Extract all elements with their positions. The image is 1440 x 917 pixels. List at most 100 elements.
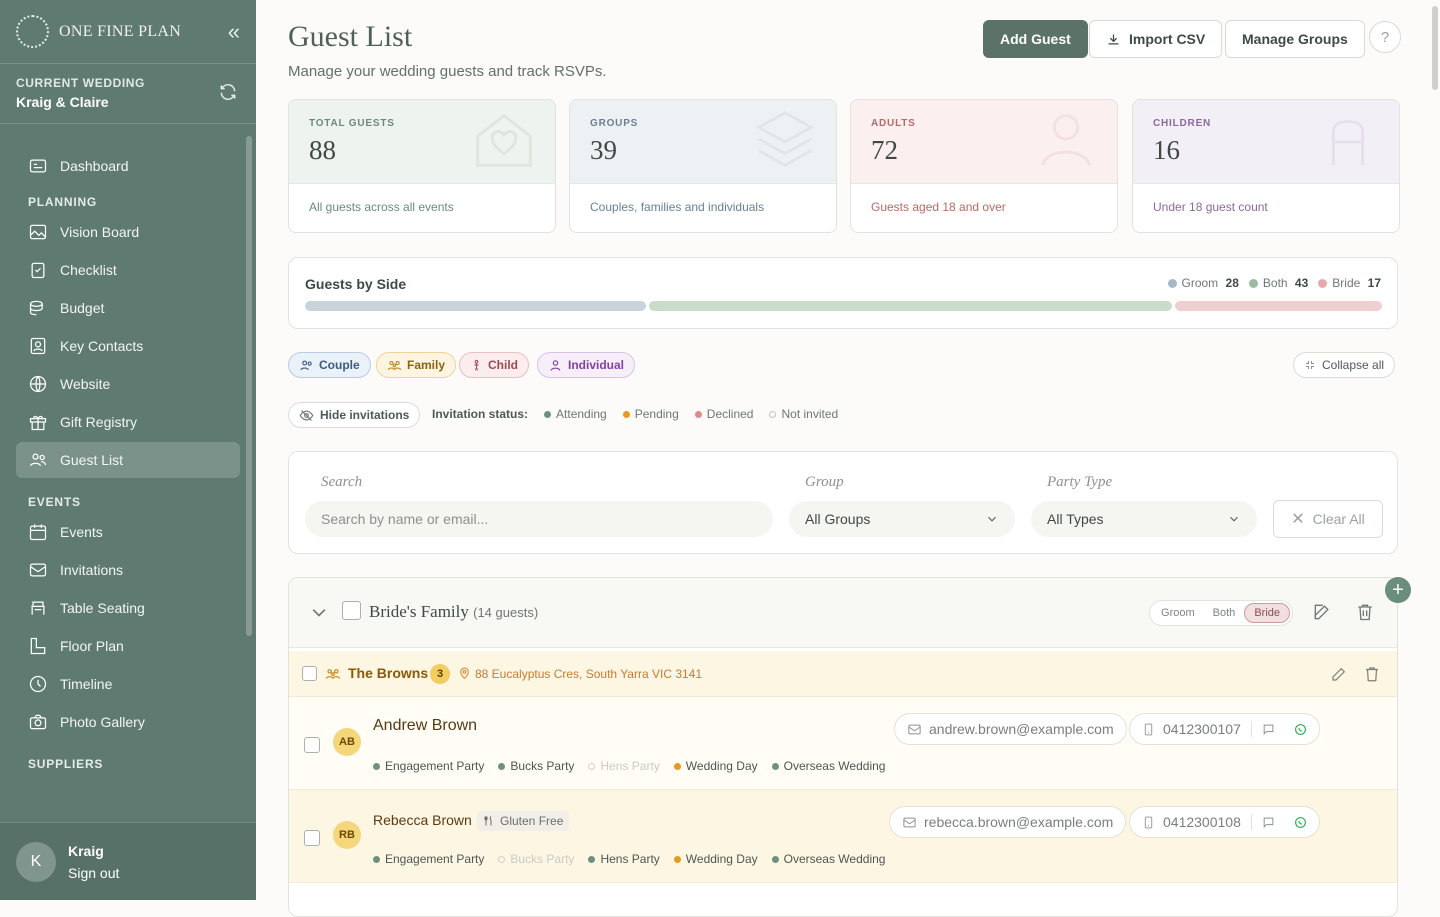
page-scrollbar[interactable] xyxy=(1432,6,1438,90)
whatsapp-icon[interactable] xyxy=(1294,816,1307,829)
sidebar-item-label: Floor Plan xyxy=(60,638,124,654)
side-distribution-bar xyxy=(305,301,1382,311)
image-icon xyxy=(29,224,47,240)
sidebar-item-gift-registry[interactable]: Gift Registry xyxy=(16,404,240,440)
edit-icon[interactable] xyxy=(1330,665,1348,683)
sidebar: ONE FINE PLAN « CURRENT WEDDING Kraig & … xyxy=(0,0,256,900)
sidebar-item-dashboard[interactable]: Dashboard xyxy=(16,148,240,184)
page-subtitle: Manage your wedding guests and track RSV… xyxy=(288,63,607,80)
refresh-icon[interactable] xyxy=(218,82,238,102)
message-icon[interactable] xyxy=(1262,816,1275,829)
party-name: The Browns xyxy=(348,665,429,681)
sidebar-item-checklist[interactable]: Checklist xyxy=(16,252,240,288)
type-chip-child[interactable]: Child xyxy=(459,352,529,378)
group-select-value: All Groups xyxy=(805,511,871,527)
clipboard-icon xyxy=(31,262,45,279)
collapse-all-button[interactable]: Collapse all xyxy=(1293,352,1396,378)
collapse-sidebar-icon[interactable]: « xyxy=(228,20,240,43)
sidebar-item-table-seating[interactable]: Table Seating xyxy=(16,590,240,626)
stat-card-adults: ADULTS 72 Guests aged 18 and over xyxy=(850,99,1118,233)
phone-icon xyxy=(1144,816,1153,828)
side-option-bride[interactable]: Bride xyxy=(1244,603,1290,623)
sidebar-item-label: Photo Gallery xyxy=(60,714,145,730)
import-csv-button[interactable]: Import CSV xyxy=(1089,20,1223,58)
users-icon xyxy=(300,360,312,370)
sidebar-item-vision-board[interactable]: Vision Board xyxy=(16,214,240,250)
group-checkbox[interactable] xyxy=(342,601,361,620)
close-icon: ✕ xyxy=(1291,511,1305,528)
current-wedding-label: CURRENT WEDDING xyxy=(16,76,145,90)
eye-off-icon xyxy=(299,409,314,421)
sidebar-item-events[interactable]: Events xyxy=(16,514,240,550)
guest-events: Engagement Party Bucks Party Hens Party … xyxy=(373,852,885,866)
event-tag: Bucks Party xyxy=(510,759,575,773)
search-input[interactable]: Search by name or email... xyxy=(305,501,773,537)
current-wedding-value: Kraig & Claire xyxy=(16,94,109,110)
phone-value: 0412300108 xyxy=(1163,814,1241,830)
guest-phone[interactable]: 0412300108 xyxy=(1129,806,1320,838)
party-count-badge: 3 xyxy=(430,664,450,684)
event-tag: Bucks Party xyxy=(510,852,575,866)
event-tag: Hens Party xyxy=(600,852,660,866)
type-chip-family[interactable]: Family xyxy=(376,352,457,378)
group-name: Bride's Family xyxy=(369,602,469,621)
guest-name[interactable]: Andrew Brown xyxy=(373,717,477,735)
collapse-all-label: Collapse all xyxy=(1322,358,1385,372)
guest-email[interactable]: andrew.brown@example.com xyxy=(894,713,1127,745)
message-icon[interactable] xyxy=(1262,723,1275,736)
side-legend: Groom 28 Both 43 Bride 17 xyxy=(1167,276,1381,290)
sidebar-item-label: Table Seating xyxy=(60,600,145,616)
utensils-icon xyxy=(484,816,492,826)
guest-avatar: RB xyxy=(333,821,361,849)
sidebar-item-website[interactable]: Website xyxy=(16,366,240,402)
guest-name[interactable]: Rebecca Brown xyxy=(373,812,472,828)
add-to-group-button[interactable]: + xyxy=(1385,577,1411,603)
user-name: Kraig xyxy=(68,842,104,859)
trash-icon[interactable] xyxy=(1363,665,1381,683)
manage-groups-button[interactable]: Manage Groups xyxy=(1225,20,1365,58)
chevron-down-icon[interactable] xyxy=(309,603,329,623)
legend-both-count: 43 xyxy=(1294,276,1309,290)
party-checkbox[interactable] xyxy=(302,666,317,681)
invitation-status-legend: Invitation status: Attending Pending Dec… xyxy=(432,407,838,421)
child-icon xyxy=(474,359,479,371)
sidebar-item-key-contacts[interactable]: Key Contacts xyxy=(16,328,240,364)
party-type-select[interactable]: All Types xyxy=(1031,501,1257,537)
sidebar-item-guest-list[interactable]: Guest List xyxy=(16,442,240,478)
guest-checkbox[interactable] xyxy=(304,830,320,846)
event-tag: Hens Party xyxy=(600,759,660,773)
sidebar-item-photo-gallery[interactable]: Photo Gallery xyxy=(16,704,240,740)
trash-icon[interactable] xyxy=(1355,602,1375,622)
guest-events: Engagement Party Bucks Party Hens Party … xyxy=(373,759,885,773)
guest-checkbox[interactable] xyxy=(304,737,320,753)
help-icon[interactable]: ? xyxy=(1369,21,1401,53)
chip-label: Individual xyxy=(568,358,625,372)
side-option-groom[interactable]: Groom xyxy=(1152,604,1204,622)
chip-label: Family xyxy=(407,358,446,372)
sidebar-item-invitations[interactable]: Invitations xyxy=(16,552,240,588)
guest-email[interactable]: rebecca.brown@example.com xyxy=(889,806,1127,838)
logo-wreath-icon xyxy=(16,15,49,48)
side-option-both[interactable]: Both xyxy=(1204,604,1245,622)
sidebar-item-floor-plan[interactable]: Floor Plan xyxy=(16,628,240,664)
dietary-label: Gluten Free xyxy=(500,814,564,828)
user-panel: K Kraig Sign out xyxy=(0,822,256,900)
whatsapp-icon[interactable] xyxy=(1294,723,1307,736)
type-chip-couple[interactable]: Couple xyxy=(288,352,371,378)
sign-out-link[interactable]: Sign out xyxy=(68,862,119,884)
clear-all-button[interactable]: ✕ Clear All xyxy=(1273,500,1383,538)
group-select[interactable]: All Groups xyxy=(789,501,1015,537)
party-address: 88 Eucalyptus Cres, South Yarra VIC 3141 xyxy=(475,667,703,681)
person-icon xyxy=(550,359,561,371)
email-value: andrew.brown@example.com xyxy=(929,721,1114,737)
sidebar-item-timeline[interactable]: Timeline xyxy=(16,666,240,702)
edit-icon[interactable] xyxy=(1312,602,1332,622)
type-chip-individual[interactable]: Individual xyxy=(537,352,636,378)
sidebar-item-budget[interactable]: Budget xyxy=(16,290,240,326)
clear-all-label: Clear All xyxy=(1312,511,1365,527)
add-guest-button[interactable]: Add Guest xyxy=(983,20,1088,58)
guest-phone[interactable]: 0412300107 xyxy=(1129,713,1320,745)
stat-card-total-guests: TOTAL GUESTS 88 All guests across all ev… xyxy=(288,99,556,233)
hide-invitations-button[interactable]: Hide invitations xyxy=(288,402,421,428)
stat-card-children: CHILDREN 16 Under 18 guest count xyxy=(1132,99,1400,233)
